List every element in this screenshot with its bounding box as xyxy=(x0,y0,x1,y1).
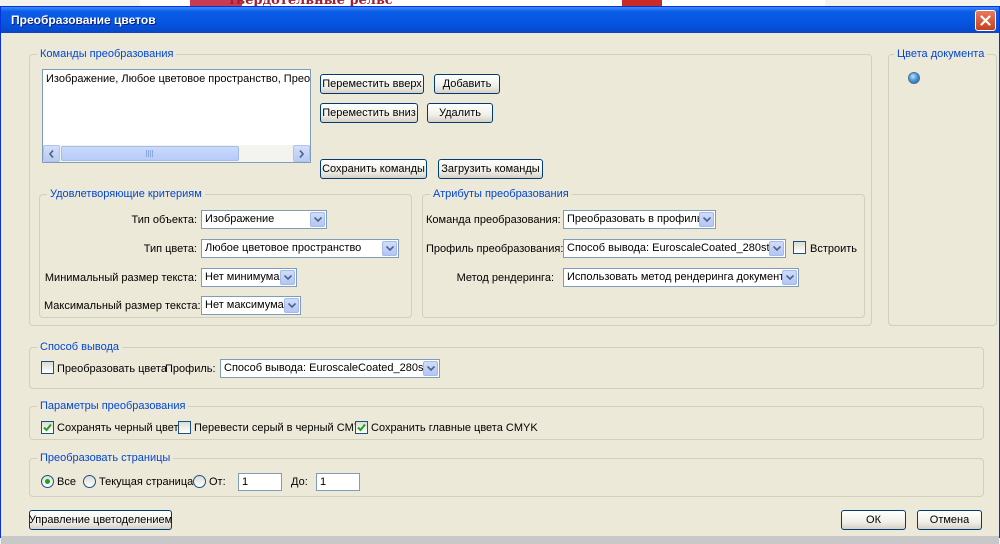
command-label: Команда преобразования: xyxy=(426,214,561,226)
commands-group-title: Команды преобразования xyxy=(37,48,177,61)
object-type-value: Изображение xyxy=(205,213,275,225)
dropdown-button[interactable] xyxy=(782,270,797,285)
pages-to-label: До: xyxy=(291,476,308,488)
dropdown-button[interactable] xyxy=(699,212,714,227)
checkmark-icon xyxy=(357,423,366,432)
color-type-select[interactable]: Любое цветовое пространство xyxy=(201,239,399,258)
dropdown-button[interactable] xyxy=(382,241,397,256)
params-group-title: Параметры преобразования xyxy=(37,400,189,413)
grip-icon xyxy=(146,150,154,157)
dropdown-button[interactable] xyxy=(284,298,299,313)
keep-primary-checkbox[interactable] xyxy=(355,421,368,434)
pages-all-label: Все xyxy=(57,476,76,488)
document-colors-group: Цвета документа xyxy=(888,48,997,326)
radio-selected-icon xyxy=(45,479,50,484)
attributes-group-title: Атрибуты преобразования xyxy=(430,188,572,201)
output-group-title: Способ вывода xyxy=(37,341,122,354)
pages-from-input[interactable]: 1 xyxy=(238,473,282,491)
chevron-down-icon xyxy=(426,366,435,371)
close-icon xyxy=(980,15,991,26)
object-type-select[interactable]: Изображение xyxy=(201,210,327,229)
conversion-profile-label: Профиль преобразования: xyxy=(426,243,564,255)
convert-colors-checkbox[interactable] xyxy=(41,361,54,374)
convert-colors-dialog: Преобразование цветов Команды преобразов… xyxy=(0,6,1000,544)
min-text-size-value: Нет минимума xyxy=(205,271,280,283)
max-text-size-label: Максимальный размер текста: xyxy=(44,300,201,312)
bottom-window-edge xyxy=(1,536,999,544)
convert-colors-label: Преобразовать цвета xyxy=(57,363,167,375)
render-method-label: Метод рендеринга: xyxy=(456,272,554,284)
delete-button[interactable]: Удалить xyxy=(427,103,493,123)
dialog-client-area: Команды преобразования Изображение, Любо… xyxy=(4,33,997,536)
pages-current-label: Текущая страница xyxy=(99,476,194,488)
gray-to-black-label: Перевести серый в черный CMYK xyxy=(194,422,369,434)
dropdown-button[interactable] xyxy=(423,361,438,376)
chevron-down-icon xyxy=(283,275,292,280)
chevron-down-icon xyxy=(702,217,711,222)
chevron-down-icon xyxy=(385,246,394,251)
embed-checkbox[interactable] xyxy=(793,241,806,254)
gray-to-black-checkbox[interactable] xyxy=(178,421,191,434)
criteria-group-title: Удовлетворяющие критериям xyxy=(47,188,205,201)
output-profile-select[interactable]: Способ вывода: EuroscaleCoated_280st xyxy=(220,359,440,378)
color-type-label: Тип цвета: xyxy=(143,243,197,255)
chevron-down-icon xyxy=(313,217,322,222)
horizontal-scrollbar[interactable] xyxy=(43,145,310,162)
render-method-value: Использовать метод рендеринга документа xyxy=(567,271,791,283)
chevron-right-icon xyxy=(299,149,304,158)
output-profile-value: Способ вывода: EuroscaleCoated_280st xyxy=(224,362,427,374)
load-commands-button[interactable]: Загрузить команды xyxy=(438,159,543,179)
conversion-profile-value: Способ вывода: EuroscaleCoated_280st xyxy=(567,242,770,254)
chevron-down-icon xyxy=(287,303,296,308)
max-text-size-select[interactable]: Нет максимума xyxy=(201,296,301,315)
conversion-profile-select[interactable]: Способ вывода: EuroscaleCoated_280st xyxy=(563,239,786,258)
document-color-swatch-icon[interactable] xyxy=(908,72,920,84)
object-type-label: Тип объекта: xyxy=(131,214,197,226)
pages-to-input[interactable]: 1 xyxy=(316,473,360,491)
command-select[interactable]: Преобразовать в профиль xyxy=(563,210,716,229)
keep-black-label: Сохранять черный цвет xyxy=(57,422,179,434)
document-colors-group-title: Цвета документа xyxy=(894,48,988,61)
max-text-size-value: Нет максимума xyxy=(205,299,284,311)
chevron-down-icon xyxy=(772,246,781,251)
scroll-left-button[interactable] xyxy=(43,145,60,162)
pages-all-radio[interactable] xyxy=(41,475,54,488)
command-value: Преобразовать в профиль xyxy=(567,213,703,225)
move-down-button[interactable]: Переместить вниз xyxy=(320,103,418,123)
commands-list[interactable]: Изображение, Любое цветовое пространство… xyxy=(42,69,311,163)
pages-group-title: Преобразовать страницы xyxy=(37,452,174,465)
output-profile-label: Профиль: xyxy=(165,363,216,375)
scroll-right-button[interactable] xyxy=(293,145,310,162)
dropdown-button[interactable] xyxy=(310,212,325,227)
title-bar[interactable]: Преобразование цветов xyxy=(1,7,999,33)
render-method-select[interactable]: Использовать метод рендеринга документа xyxy=(563,268,799,287)
chevron-down-icon xyxy=(785,275,794,280)
ok-button[interactable]: ОК xyxy=(841,510,906,530)
keep-primary-label: Сохранить главные цвета CMYK xyxy=(371,422,538,434)
list-item[interactable]: Изображение, Любое цветовое пространство… xyxy=(46,73,310,85)
close-button[interactable] xyxy=(975,10,996,31)
pages-current-radio[interactable] xyxy=(83,475,96,488)
embed-label: Встроить xyxy=(810,243,858,255)
color-type-value: Любое цветовое пространство xyxy=(205,242,362,254)
pages-from-label: От: xyxy=(209,476,226,488)
separation-management-button[interactable]: Управление цветоделением xyxy=(29,510,172,530)
dropdown-button[interactable] xyxy=(769,241,784,256)
chevron-left-icon xyxy=(49,149,54,158)
checkmark-icon xyxy=(43,423,52,432)
min-text-size-select[interactable]: Нет минимума xyxy=(201,268,297,287)
keep-black-checkbox[interactable] xyxy=(41,421,54,434)
scrollbar-thumb[interactable] xyxy=(61,146,239,161)
min-text-size-label: Минимальный размер текста: xyxy=(44,272,197,284)
cancel-button[interactable]: Отмена xyxy=(917,510,982,530)
dialog-title: Преобразование цветов xyxy=(11,13,156,27)
move-up-button[interactable]: Переместить вверх xyxy=(320,74,424,94)
dropdown-button[interactable] xyxy=(280,270,295,285)
add-button[interactable]: Добавить xyxy=(434,74,500,94)
pages-range-radio[interactable] xyxy=(193,475,206,488)
save-commands-button[interactable]: Сохранить команды xyxy=(320,159,427,179)
